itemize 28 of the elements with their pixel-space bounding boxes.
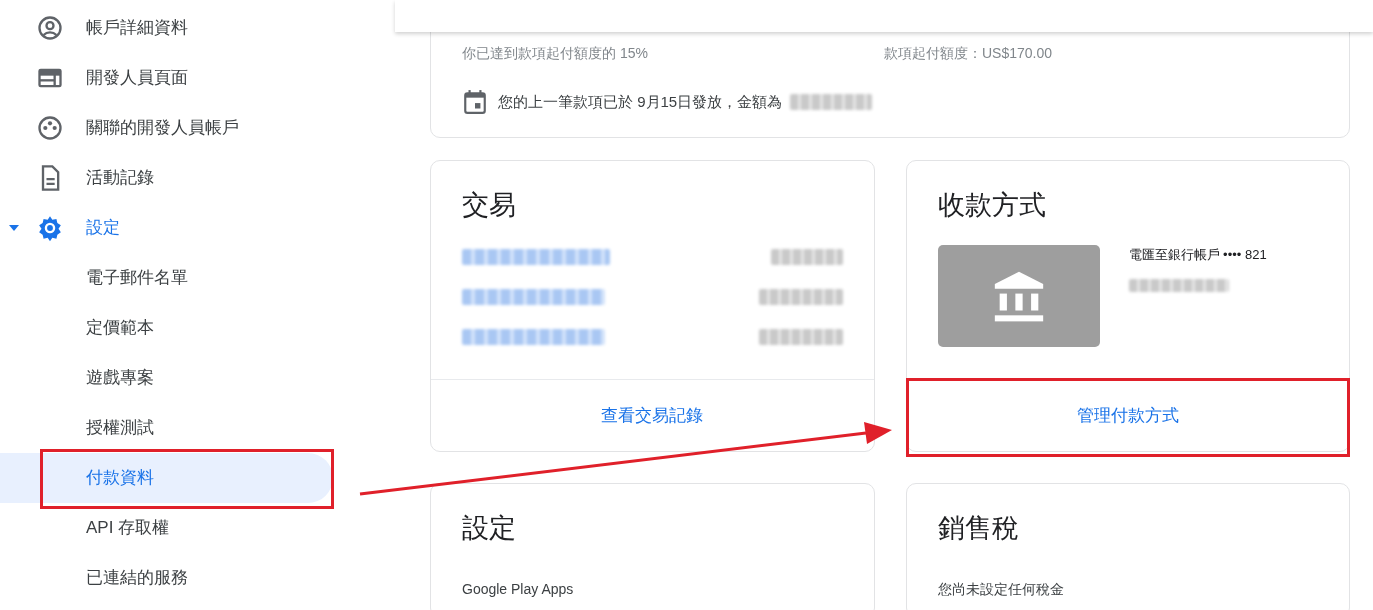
- progress-text: 你已達到款項起付額度的 15%: [462, 44, 649, 63]
- card-title: 交易: [461, 189, 517, 222]
- account-icon: [36, 14, 64, 42]
- card-title: 收款方式: [936, 189, 1047, 222]
- sidebar-item[interactable]: 關聯的開發人員帳戶: [0, 103, 333, 153]
- threshold-text: 款項起付額度：US$170.00: [884, 44, 1053, 63]
- sidebar-item[interactable]: API 存取權: [0, 503, 333, 553]
- sidebar-item[interactable]: 已連結的服務: [0, 553, 333, 603]
- sidebar-item[interactable]: 遊戲專案: [0, 353, 333, 403]
- settings-text: Google Play Apps: [462, 580, 575, 599]
- calendar-icon: [462, 89, 488, 115]
- sidebar-item[interactable]: 電子郵件名單: [0, 253, 333, 303]
- bank-account-text: 電匯至銀行帳戶 •••• 821: [1128, 246, 1267, 264]
- manage-payment-methods-link[interactable]: 管理付款方式: [1076, 402, 1179, 429]
- last-payment-text: 您的上一筆款項已於 9月15日發放，金額為: [498, 91, 783, 112]
- card-title: 銷售稅: [936, 512, 1020, 545]
- view-transactions-link[interactable]: 查看交易記錄: [601, 402, 704, 429]
- linked-circle-icon: [36, 114, 64, 142]
- sales-tax-text: 您尚未設定任何稅金: [937, 580, 1065, 599]
- settings-icon: [36, 214, 64, 242]
- sidebar-item[interactable]: 設定: [0, 203, 333, 253]
- card-title: 設定: [461, 512, 517, 545]
- sidebar-item[interactable]: 活動記錄: [0, 153, 333, 203]
- sidebar-item[interactable]: 付款資料: [0, 453, 333, 503]
- sidebar-item[interactable]: 授權測試: [0, 403, 333, 453]
- sidebar-item[interactable]: 帳戶詳細資料: [0, 3, 333, 53]
- sidebar-item[interactable]: 定價範本: [0, 303, 333, 353]
- sidebar-item[interactable]: 開發人員頁面: [0, 53, 333, 103]
